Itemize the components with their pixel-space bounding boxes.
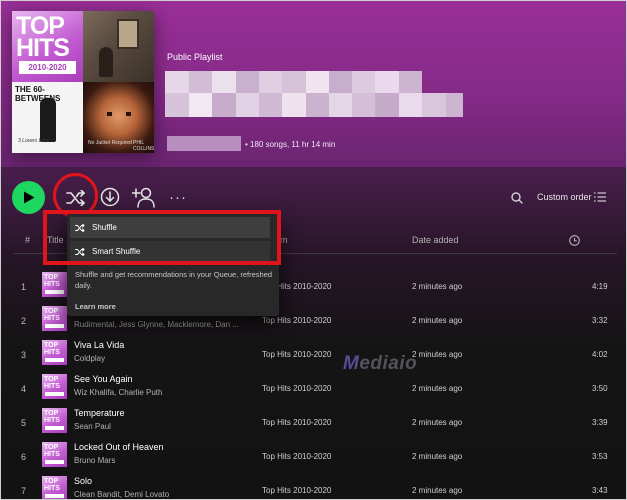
add-user-icon	[132, 187, 155, 208]
track-thumbnail: TOP HITS	[42, 272, 67, 297]
track-title[interactable]: See You Again	[74, 374, 133, 384]
track-album[interactable]: Top Hits 2010-2020	[262, 452, 331, 461]
play-icon	[23, 191, 34, 204]
track-duration: 3:53	[592, 452, 608, 461]
learn-more-link[interactable]: Learn more	[75, 302, 116, 311]
track-number: 5	[21, 418, 27, 428]
owner-name-blurred	[167, 136, 241, 151]
download-button[interactable]	[100, 187, 120, 207]
track-row[interactable]: 5 TOP HITS Temperature Sean Paul Top Hits 20…	[13, 407, 617, 441]
playlist-kind: Public Playlist	[167, 52, 223, 62]
track-artist[interactable]: Wiz Khalifa, Charlie Puth	[74, 388, 162, 397]
playlist-title-blurred	[165, 71, 463, 117]
track-date-added: 2 minutes ago	[412, 486, 463, 495]
track-album[interactable]: Top Hits 2010-2020	[262, 384, 331, 393]
track-row[interactable]: 6 TOP HITS Locked Out of Heaven Bruno Mars T…	[13, 441, 617, 475]
track-album[interactable]: Top Hits 2010-2020	[262, 316, 331, 325]
track-album[interactable]: Top Hits 2010-2020	[262, 486, 331, 495]
track-album[interactable]: Top Hits 2010-2020	[262, 350, 331, 359]
track-date-added: 2 minutes ago	[412, 452, 463, 461]
track-thumbnail: TOP HITS	[42, 442, 67, 467]
track-date-added: 2 minutes ago	[412, 418, 463, 427]
track-artist[interactable]: Sean Paul	[74, 422, 111, 431]
track-number: 6	[21, 452, 27, 462]
shuffle-menu-highlight-box	[43, 210, 281, 265]
track-number: 1	[21, 282, 27, 292]
track-artist[interactable]: Rudimental, Jess Glynne, Macklemore, Dan…	[74, 320, 239, 329]
more-icon: ···	[169, 188, 187, 206]
app-window: TOP HITS 2010-2020 THE 60-BETWEENS 3 Love…	[0, 0, 627, 500]
track-artist[interactable]: Clean Bandit, Demi Lovato	[74, 490, 169, 499]
track-thumbnail: TOP HITS	[42, 306, 67, 331]
cover-tile-60-betweens: THE 60-BETWEENS 3 Lovers Lane	[12, 82, 83, 153]
track-row[interactable]: 7 TOP HITS Solo Clean Bandit, Demi Lovato To…	[13, 475, 617, 499]
track-thumbnail: TOP HITS	[42, 476, 67, 499]
list-icon[interactable]	[594, 192, 606, 202]
track-artist[interactable]: Bruno Mars	[74, 456, 115, 465]
sort-order-button[interactable]: Custom order	[537, 192, 592, 202]
track-duration: 3:43	[592, 486, 608, 495]
track-date-added: 2 minutes ago	[412, 316, 463, 325]
more-options-button[interactable]: ···	[167, 188, 189, 206]
track-date-added: 2 minutes ago	[412, 282, 463, 291]
track-thumbnail: TOP HITS	[42, 408, 67, 433]
playlist-cover[interactable]: TOP HITS 2010-2020 THE 60-BETWEENS 3 Love…	[12, 11, 154, 153]
track-number: 3	[21, 350, 27, 360]
cover-tile-portrait: No Jacket Required PHIL COLLINS	[83, 82, 154, 153]
playlist-meta: • 180 songs, 11 hr 14 min	[245, 140, 336, 149]
track-title[interactable]: Locked Out of Heaven	[74, 442, 164, 452]
search-in-playlist-button[interactable]	[509, 190, 525, 206]
track-duration: 3:50	[592, 384, 608, 393]
track-duration: 3:39	[592, 418, 608, 427]
track-number: 4	[21, 384, 27, 394]
track-title[interactable]: Solo	[74, 476, 92, 486]
track-artist[interactable]: Coldplay	[74, 354, 105, 363]
cover-tile-room	[83, 11, 154, 82]
track-date-added: 2 minutes ago	[412, 384, 463, 393]
track-duration: 4:19	[592, 282, 608, 291]
add-user-button[interactable]	[132, 186, 156, 208]
search-icon	[511, 192, 523, 204]
track-thumbnail: TOP HITS	[42, 340, 67, 365]
cover-tile-top-hits: TOP HITS 2010-2020	[12, 11, 83, 82]
watermark: Mediaio	[343, 353, 418, 374]
track-row[interactable]: 4 TOP HITS See You Again Wiz Khalifa, Charl…	[13, 373, 617, 407]
column-number: #	[25, 235, 31, 245]
play-button[interactable]	[12, 181, 45, 214]
track-date-added: 2 minutes ago	[412, 350, 463, 359]
track-title[interactable]: Viva La Vida	[74, 340, 124, 350]
track-number: 2	[21, 316, 27, 326]
track-row[interactable]: 3 TOP HITS Viva La Vida Coldplay Top Hits 20…	[13, 339, 617, 373]
track-number: 7	[21, 486, 27, 496]
track-thumbnail: TOP HITS	[42, 374, 67, 399]
smart-shuffle-description: Shuffle and get recommendations in your …	[75, 270, 273, 290]
track-duration: 3:32	[592, 316, 608, 325]
column-date-added[interactable]: Date added	[412, 235, 459, 245]
track-album[interactable]: Top Hits 2010-2020	[262, 418, 331, 427]
clock-icon	[569, 235, 580, 246]
track-duration: 4:02	[592, 350, 608, 359]
track-title[interactable]: Temperature	[74, 408, 125, 418]
download-icon	[100, 187, 120, 207]
